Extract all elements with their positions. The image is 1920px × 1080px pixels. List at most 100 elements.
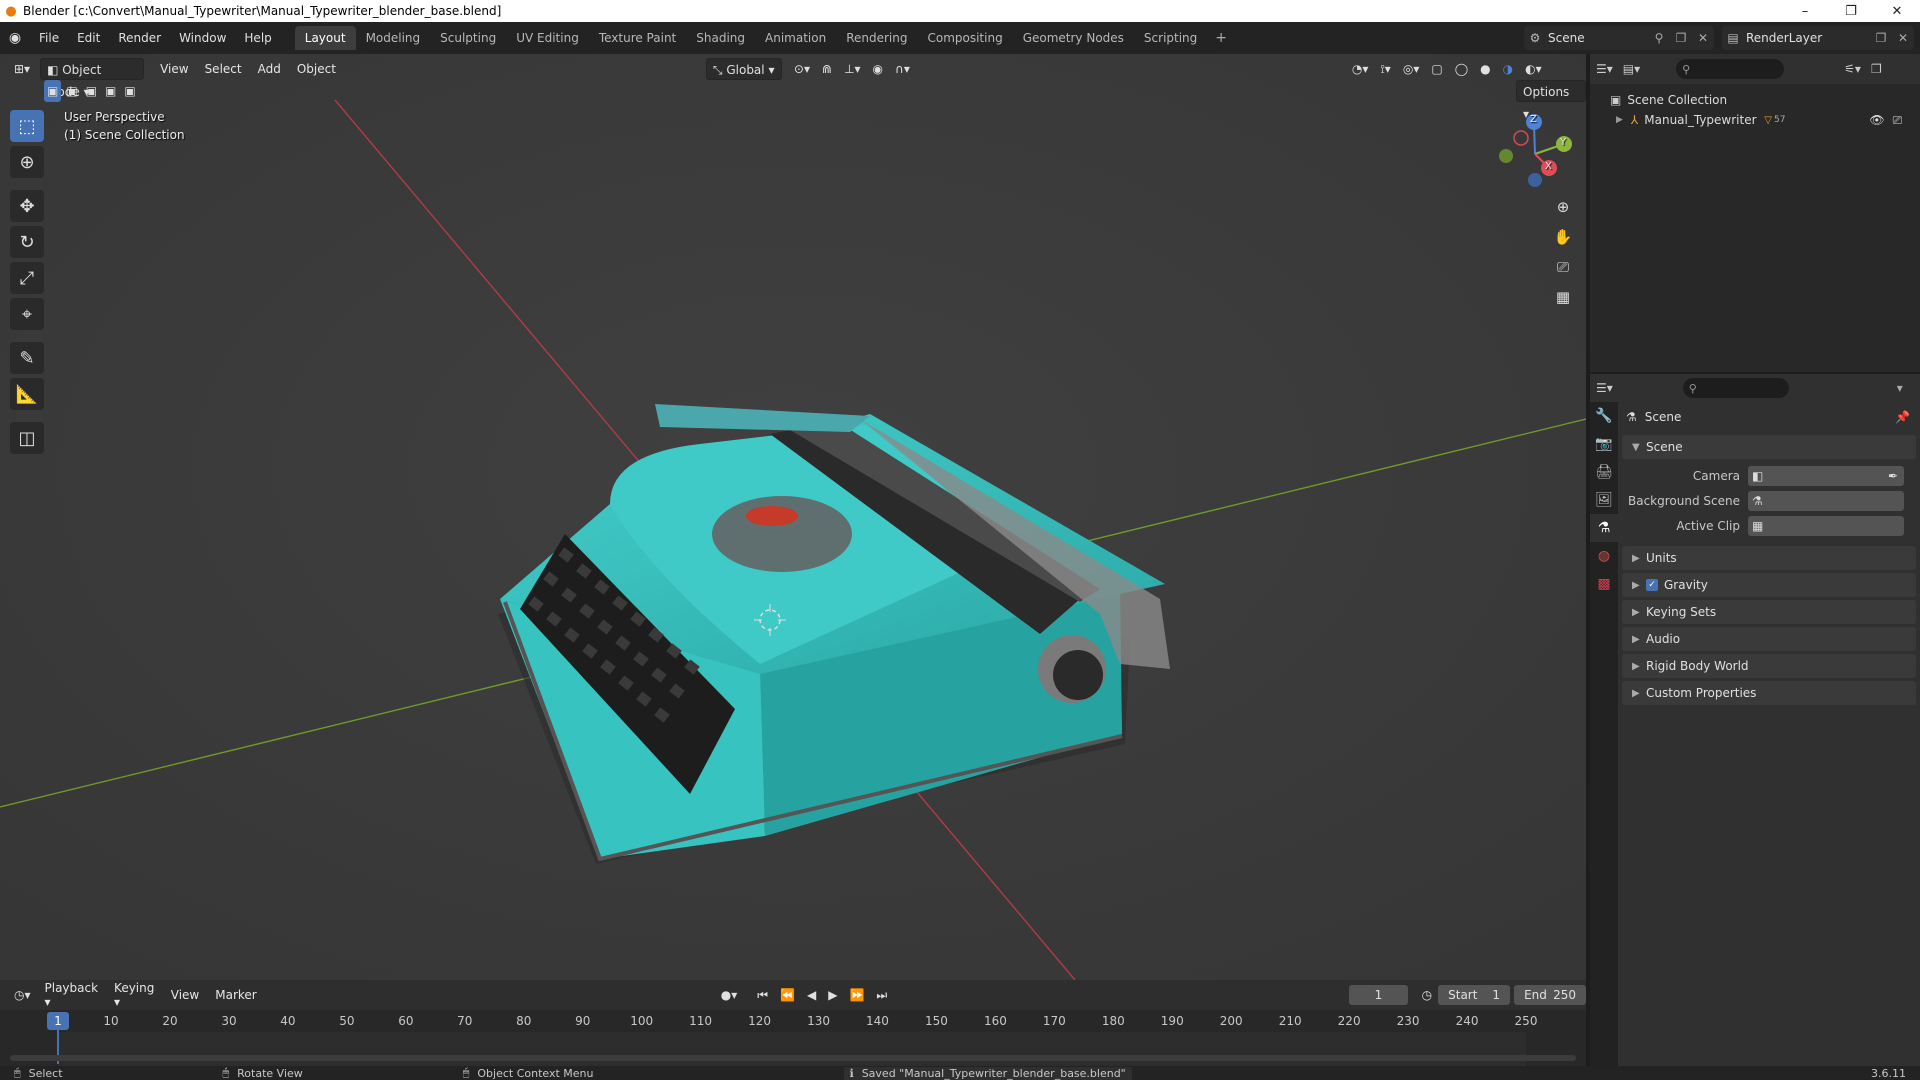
panel-rigid-body-header[interactable]: ▶ Rigid Body World [1622,654,1916,678]
tool-tab-icon[interactable]: 🔧 [1590,402,1618,430]
measure-tool-icon[interactable]: 📐 [10,378,44,410]
close-button[interactable]: ✕ [1874,4,1920,19]
rotate-tool-icon[interactable]: ↻ [10,226,44,258]
outliner-search-input[interactable]: ⚲ [1676,59,1785,79]
new-collection-icon[interactable]: ❐ [1871,62,1882,76]
eye-visibility-icon[interactable]: 👁 [1869,113,1884,127]
snap-icon[interactable]: ⋒ [816,58,838,80]
tab-shading[interactable]: Shading [686,26,755,50]
gizmo-z-label[interactable]: Z [1530,114,1537,125]
panel-custom-properties-header[interactable]: ▶ Custom Properties [1622,681,1916,705]
current-frame-field[interactable]: 1 [1349,985,1408,1005]
visibility-icon[interactable]: ◔▾ [1346,58,1375,80]
timeline-ruler[interactable]: 1 10 20 30 40 50 60 70 80 90 100 110 120 130 140 150 160… [0,1010,1586,1032]
view-layer-selector[interactable]: ▤ RenderLayer ❐ ✕ [1722,26,1914,50]
scale-tool-icon[interactable]: ⤢ [10,262,44,294]
move-tool-icon[interactable]: ✥ [10,190,44,222]
delete-view-layer-icon[interactable]: ✕ [1892,31,1914,45]
tab-geometry-nodes[interactable]: Geometry Nodes [1013,26,1134,50]
world-tab-icon[interactable]: ◍ [1590,542,1618,570]
new-scene-icon[interactable]: ❐ [1670,31,1692,45]
status-report[interactable]: ℹ Saved "Manual_Typewriter_blender_base.… [843,1066,1132,1080]
outliner-editor-type-icon[interactable]: ☰▾ [1596,62,1613,76]
viewport-menu-add[interactable]: Add [250,62,289,76]
tab-texture-paint[interactable]: Texture Paint [589,26,686,50]
timeline-menu-keying[interactable]: Keying ▾ [106,981,163,1009]
menu-help[interactable]: Help [235,22,280,54]
panel-keying-sets-header[interactable]: ▶ Keying Sets [1622,600,1916,624]
tab-rendering[interactable]: Rendering [836,26,917,50]
jump-keyframe-forward-icon[interactable]: ⏩ [843,984,870,1006]
output-tab-icon[interactable]: 🖨 [1590,458,1618,486]
material-shading-icon[interactable]: ◑ [1497,58,1519,80]
view-layer-name[interactable]: RenderLayer [1744,31,1870,45]
zoom-icon[interactable]: ⊕ [1550,194,1576,220]
transform-tool-icon[interactable]: ⌖ [10,298,44,330]
tab-sculpting[interactable]: Sculpting [430,26,506,50]
viewport-menu-select[interactable]: Select [197,62,250,76]
gizmo-x-label[interactable]: X [1545,161,1552,172]
falloff-icon[interactable]: ∩▾ [889,58,916,80]
texture-tab-icon[interactable]: ▩ [1590,570,1618,598]
minimize-button[interactable]: – [1782,4,1828,19]
tab-scripting[interactable]: Scripting [1134,26,1207,50]
gizmo-toggle-icon[interactable]: ⟟▾ [1374,58,1397,80]
active-clip-field[interactable]: ▦ [1748,515,1904,536]
menu-file[interactable]: File [30,22,68,54]
camera-view-icon[interactable]: ⎚ [1550,254,1576,280]
perspective-toggle-icon[interactable]: ▦ [1550,284,1576,310]
outliner-item-typewriter[interactable]: ▶ ⅄ Manual_Typewriter ▽ 57 👁 ⎚ [1590,110,1920,130]
camera-field[interactable]: ◧ ✒ [1748,465,1904,486]
menu-edit[interactable]: Edit [68,22,109,54]
tab-layout[interactable]: Layout [294,26,356,50]
select-extend-icon[interactable]: ▣ [63,80,80,102]
jump-start-icon[interactable]: ⏮ [751,984,774,1006]
properties-search-input[interactable]: ⚲ [1682,378,1789,398]
filter-icon[interactable]: ⚟▾ [1844,62,1861,76]
options-dropdown[interactable]: Options ▾ [1516,80,1586,121]
pivot-point-icon[interactable]: ⊙▾ [788,58,816,80]
select-new-icon[interactable]: ▣ [44,80,62,102]
timeline-track[interactable] [0,1030,1586,1066]
annotate-tool-icon[interactable]: ✎ [10,342,44,374]
panel-scene-header[interactable]: ▼ Scene [1622,435,1916,459]
rendered-shading-icon[interactable]: ◐▾ [1519,58,1548,80]
timeline-scrollbar[interactable] [10,1055,1576,1061]
properties-pin-icon[interactable]: 📌 [1895,410,1910,424]
end-frame-field[interactable]: End 250 [1514,985,1586,1005]
pan-hand-icon[interactable]: ✋ [1550,224,1576,250]
scene-name[interactable]: Scene [1546,31,1648,45]
delete-scene-icon[interactable]: ✕ [1692,31,1714,45]
tab-animation[interactable]: Animation [755,26,836,50]
expand-arrow-icon[interactable]: ▶ [1616,115,1623,125]
preview-range-icon[interactable]: ◷ [1416,984,1438,1006]
scene-tab-icon[interactable]: ⚗ [1590,514,1618,542]
cursor-tool-icon[interactable]: ⊕ [10,146,44,178]
jump-end-icon[interactable]: ⏭ [870,984,893,1006]
solid-shading-icon[interactable]: ● [1474,58,1496,80]
timeline-menu-view[interactable]: View [163,988,207,1002]
tab-modeling[interactable]: Modeling [356,26,431,50]
properties-options-icon[interactable]: ▾ [1897,381,1903,395]
jump-keyframe-back-icon[interactable]: ⏪ [774,984,801,1006]
select-intersect-icon[interactable]: ▣ [121,80,138,102]
viewport-scene[interactable] [0,54,1586,980]
eyedropper-icon[interactable]: ✒ [1888,469,1898,483]
3d-viewport[interactable]: ⊞▾ ◧ Object Mode ▾ View Select Add Objec… [0,54,1586,980]
render-camera-icon[interactable]: ⎚ [1893,113,1903,128]
tab-uv-editing[interactable]: UV Editing [506,26,589,50]
editor-type-icon[interactable]: ⊞▾ [8,58,36,80]
panel-audio-header[interactable]: ▶ Audio [1622,627,1916,651]
panel-gravity-header[interactable]: ▶ ✓ Gravity [1622,573,1916,597]
panel-units-header[interactable]: ▶ Units [1622,546,1916,570]
gizmo-y-label[interactable]: Y [1560,137,1566,148]
viewport-menu-view[interactable]: View [152,62,196,76]
new-view-layer-icon[interactable]: ❐ [1870,31,1892,45]
play-icon[interactable]: ▶ [822,984,843,1006]
render-tab-icon[interactable]: 📷 [1590,430,1618,458]
current-frame-marker[interactable]: 1 [47,1012,69,1030]
timeline-menu-marker[interactable]: Marker [207,988,264,1002]
add-cube-tool-icon[interactable]: ◫ [10,422,44,454]
add-workspace-button[interactable]: + [1207,30,1235,46]
select-box-tool-icon[interactable]: ⬚ [10,110,44,142]
